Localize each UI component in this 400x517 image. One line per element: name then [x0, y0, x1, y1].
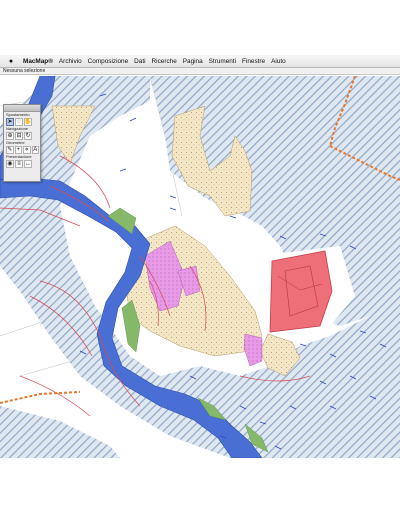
- menu-app-name[interactable]: MacMap®: [23, 58, 53, 65]
- lasso-icon[interactable]: ◌: [15, 117, 23, 126]
- menu-dati[interactable]: Dati: [134, 58, 145, 65]
- rotate-icon[interactable]: ↻: [24, 131, 32, 140]
- ruler-icon[interactable]: ⊟: [15, 131, 23, 140]
- selection-status: Nessuna selezione: [0, 68, 400, 75]
- layer-icon[interactable]: ≡: [15, 159, 23, 168]
- hand-icon[interactable]: ✋: [24, 117, 32, 126]
- map-canvas[interactable]: [0, 76, 400, 458]
- tool-palette: Spostamento ➤ ◌ ✋ Navigazione ⊕ ⊟ ↻ Geom…: [3, 104, 41, 182]
- eye-icon[interactable]: ◉: [6, 159, 14, 168]
- arrow-pointer-icon[interactable]: ➤: [6, 117, 14, 126]
- apple-menu-icon[interactable]: ●: [6, 58, 16, 65]
- selection-status-text: Nessuna selezione: [3, 68, 46, 74]
- menu-composizione[interactable]: Composizione: [88, 58, 129, 65]
- menu-aiuto[interactable]: Aiuto: [271, 58, 286, 65]
- pencil-icon[interactable]: ✎: [6, 145, 14, 154]
- menu-bar: ● MacMap® Archivio Composizione Dati Ric…: [0, 55, 400, 68]
- measure-icon[interactable]: ↔: [24, 159, 32, 168]
- menu-pagina[interactable]: Pagina: [183, 58, 203, 65]
- menu-finestre[interactable]: Finestre: [242, 58, 265, 65]
- menu-ricerche[interactable]: Ricerche: [152, 58, 177, 65]
- zoom-icon[interactable]: ⊕: [6, 131, 14, 140]
- menu-archivio[interactable]: Archivio: [59, 58, 82, 65]
- menu-strumenti[interactable]: Strumenti: [209, 58, 236, 65]
- text-icon[interactable]: A: [31, 145, 39, 154]
- palette-title-bar[interactable]: [4, 105, 40, 112]
- cross-icon[interactable]: +: [14, 145, 22, 154]
- node-icon[interactable]: ⋄: [23, 145, 31, 154]
